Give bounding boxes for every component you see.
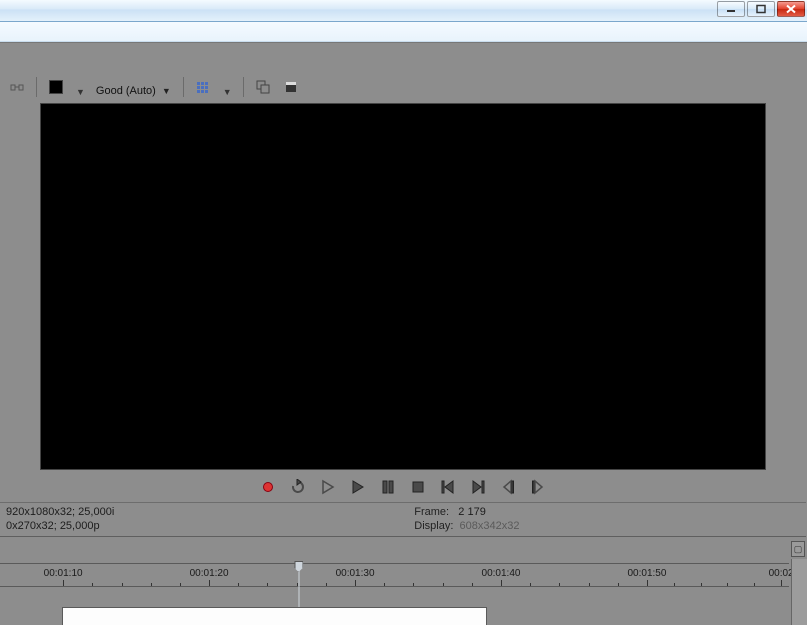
- display-label: Display:: [414, 520, 453, 532]
- frame-value: 2 179: [458, 506, 486, 518]
- play-start-button[interactable]: [318, 477, 338, 497]
- close-button[interactable]: [777, 1, 805, 17]
- menubar: [0, 22, 807, 42]
- loop-button[interactable]: [288, 477, 308, 497]
- ruler-tick-label: 00:01:40: [482, 568, 521, 579]
- ruler-tick-label: 00:01:50: [628, 568, 667, 579]
- toolbar-separator: [36, 77, 37, 97]
- pause-button[interactable]: [378, 477, 398, 497]
- ruler-tick-label: 00:02: [769, 568, 794, 579]
- stop-button[interactable]: [408, 477, 428, 497]
- chevron-down-icon: ▼: [160, 86, 173, 96]
- toolbar-separator: [183, 77, 184, 97]
- project-format: 920x1080x32; 25,000i 0x270x32; 25,000p: [6, 505, 114, 534]
- quality-selector[interactable]: Good (Auto) ▼: [94, 85, 175, 97]
- vertical-scrollbar[interactable]: [791, 559, 807, 625]
- ruler-tick-label: 00:01:20: [190, 568, 229, 579]
- overlay-grid-button[interactable]: [192, 77, 214, 97]
- go-start-button[interactable]: [438, 477, 458, 497]
- preview-pane: ▼ Good (Auto) ▼ ▼: [0, 43, 806, 537]
- preview-lock-icon[interactable]: [6, 77, 28, 97]
- project-format-line1: 920x1080x32; 25,000i: [6, 505, 114, 519]
- swatch-dropdown-arrow[interactable]: ▼: [73, 87, 88, 97]
- window-titlebar: [0, 0, 807, 22]
- play-button[interactable]: [348, 477, 368, 497]
- workspace: ▼ Good (Auto) ▼ ▼: [0, 42, 807, 539]
- frame-label: Frame:: [414, 506, 449, 518]
- preview-status: 920x1080x32; 25,000i 0x270x32; 25,000p F…: [0, 502, 806, 536]
- prev-frame-button[interactable]: [498, 477, 518, 497]
- preview-toolbar: ▼ Good (Auto) ▼ ▼: [0, 43, 806, 101]
- record-button[interactable]: [258, 477, 278, 497]
- display-value: 608x342x32: [460, 520, 520, 532]
- go-end-button[interactable]: [468, 477, 488, 497]
- duplicate-window-button[interactable]: [252, 77, 274, 97]
- minimize-button[interactable]: [717, 1, 745, 17]
- background-swatch[interactable]: [45, 77, 67, 97]
- toolbar-separator: [243, 77, 244, 97]
- quality-label: Good (Auto): [96, 85, 156, 97]
- maximize-button[interactable]: [747, 1, 775, 17]
- transport-controls: [0, 472, 806, 502]
- marker-tool-icon[interactable]: ▢: [791, 541, 805, 557]
- project-format-line2: 0x270x32; 25,000p: [6, 519, 114, 533]
- frame-display-info: Frame: 2 179 Display: 608x342x32: [414, 505, 519, 534]
- clip-strip[interactable]: [62, 607, 487, 625]
- timeline[interactable]: ▢ 00:01:1000:01:2000:01:3000:01:4000:01:…: [0, 539, 807, 625]
- snapshot-button[interactable]: [280, 77, 302, 97]
- ruler-tick-label: 00:01:30: [336, 568, 375, 579]
- video-preview[interactable]: [40, 103, 766, 470]
- ruler-tick-label: 00:01:10: [44, 568, 83, 579]
- next-frame-button[interactable]: [528, 477, 548, 497]
- overlay-dropdown-arrow[interactable]: ▼: [220, 87, 235, 97]
- time-ruler[interactable]: 00:01:10 00:01:20 00:01:30 00:01:40 00:01:50…: [0, 563, 789, 587]
